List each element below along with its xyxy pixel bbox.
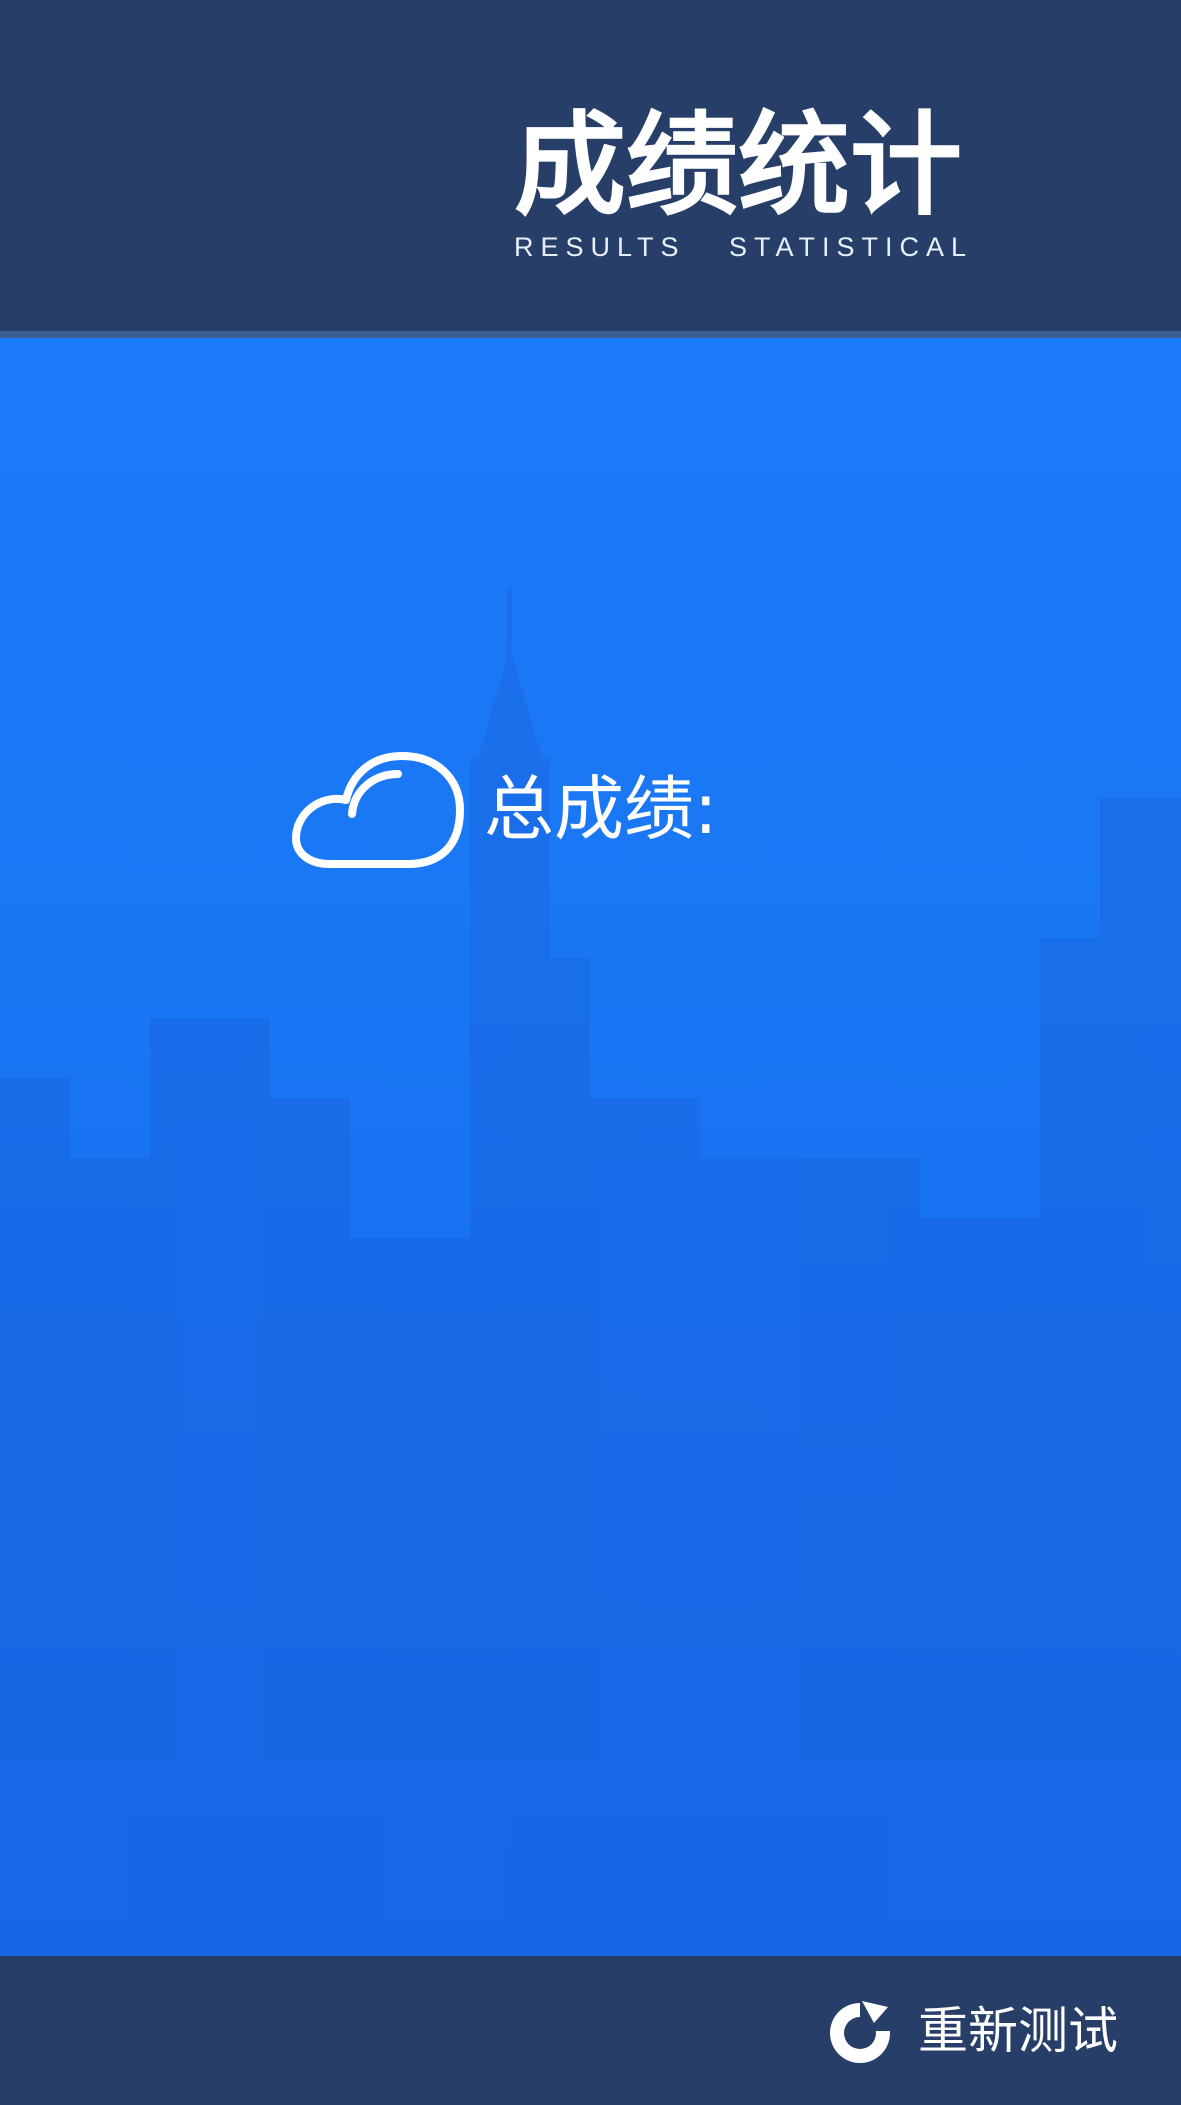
city-skyline-background bbox=[0, 588, 1181, 1956]
retest-button[interactable]: 重新测试 bbox=[822, 1993, 1118, 2069]
refresh-icon bbox=[830, 1997, 898, 2063]
total-score-row: 总成绩: bbox=[290, 748, 718, 870]
main-panel: 总成绩: bbox=[0, 338, 1181, 1956]
retest-label: 重新测试 bbox=[918, 2002, 1118, 2060]
cloud-icon bbox=[292, 752, 464, 868]
total-score-label: 总成绩: bbox=[484, 768, 718, 850]
page-subtitle: RESULTS STATISTICAL bbox=[514, 232, 974, 262]
page-title: 成绩统计 bbox=[514, 101, 962, 231]
header-bar: 成绩统计 RESULTS STATISTICAL bbox=[0, 0, 1181, 338]
